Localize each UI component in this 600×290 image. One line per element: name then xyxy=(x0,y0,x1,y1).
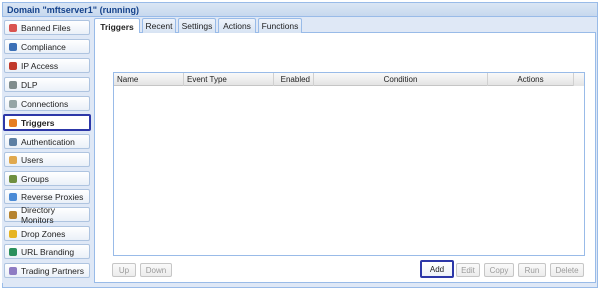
groups-icon xyxy=(9,174,17,183)
sidebar-item-authentication[interactable]: Authentication xyxy=(4,134,90,149)
reverse-proxies-icon xyxy=(9,192,17,201)
sidebar-item-label: Groups xyxy=(21,173,49,184)
sidebar-item-label: Drop Zones xyxy=(21,228,66,239)
sidebar-item-dlp[interactable]: DLP xyxy=(4,77,90,92)
run-button[interactable]: Run xyxy=(518,263,546,277)
sidebar-item-compliance[interactable]: Compliance xyxy=(4,39,90,54)
grid-scroll-corner xyxy=(574,73,584,86)
connections-icon xyxy=(9,99,17,108)
copy-button[interactable]: Copy xyxy=(484,263,514,277)
sidebar-item-label: IP Access xyxy=(21,60,59,71)
sidebar-item-label: Connections xyxy=(21,98,69,109)
sidebar-item-ip-access[interactable]: IP Access xyxy=(4,58,90,73)
shield-icon xyxy=(9,80,17,89)
sidebar-item-drop-zones[interactable]: Drop Zones xyxy=(4,226,90,241)
window-title: Domain "mftserver1" (running) xyxy=(3,3,597,17)
column-header-condition[interactable]: Condition xyxy=(314,73,488,86)
tab-bar: Triggers Recent Settings Actions Functio… xyxy=(94,17,596,34)
sidebar-item-url-branding[interactable]: URL Branding xyxy=(4,244,90,259)
trading-partners-icon xyxy=(9,266,17,275)
sidebar-item-label: Banned Files xyxy=(21,22,71,33)
sidebar-item-trading-partners[interactable]: Trading Partners xyxy=(4,263,90,278)
sidebar-item-label: Compliance xyxy=(21,41,66,52)
delete-button[interactable]: Delete xyxy=(550,263,584,277)
sidebar-item-label: Directory Monitors xyxy=(21,204,56,225)
sidebar-item-users[interactable]: Users xyxy=(4,152,90,167)
ip-access-icon xyxy=(9,61,17,70)
triggers-grid: Name Event Type Enabled Condition Action… xyxy=(113,72,585,256)
sidebar-item-label: DLP xyxy=(21,79,38,90)
user-icon xyxy=(9,42,17,51)
tab-recent[interactable]: Recent xyxy=(142,18,176,33)
sidebar-item-groups[interactable]: Groups xyxy=(4,171,90,186)
sidebar-item-triggers[interactable]: Triggers xyxy=(3,114,91,131)
tab-functions[interactable]: Functions xyxy=(258,18,302,33)
authentication-icon xyxy=(9,137,17,146)
up-button[interactable]: Up xyxy=(112,263,136,277)
edit-button[interactable]: Edit xyxy=(456,263,480,277)
down-button[interactable]: Down xyxy=(140,263,172,277)
column-header-actions[interactable]: Actions xyxy=(488,73,574,86)
tab-triggers[interactable]: Triggers xyxy=(94,18,140,34)
main-panel: Triggers Recent Settings Actions Functio… xyxy=(94,17,596,283)
drop-zones-icon xyxy=(9,229,17,238)
column-header-enabled[interactable]: Enabled xyxy=(274,73,314,86)
grid-header: Name Event Type Enabled Condition Action… xyxy=(114,73,584,86)
directory-monitors-icon xyxy=(9,210,17,219)
sidebar-item-label: Reverse Proxies xyxy=(21,191,84,202)
sidebar-item-reverse-proxies[interactable]: Reverse Proxies xyxy=(4,189,90,204)
sidebar-item-label: Users xyxy=(21,154,44,165)
users-icon xyxy=(9,155,17,164)
triggers-icon xyxy=(9,118,17,127)
add-button[interactable]: Add xyxy=(420,260,454,278)
sidebar-item-label: URL Branding xyxy=(21,246,75,257)
sidebar-item-connections[interactable]: Connections xyxy=(4,96,90,111)
sidebar-item-directory-monitors[interactable]: Directory Monitors xyxy=(4,204,90,225)
tab-settings[interactable]: Settings xyxy=(178,18,216,33)
sidebar-item-label: Triggers xyxy=(21,117,55,128)
sidebar-item-label: Authentication xyxy=(21,136,75,147)
sidebar-item-label: Trading Partners xyxy=(21,265,84,276)
column-header-name[interactable]: Name xyxy=(114,73,184,86)
banned-files-icon xyxy=(9,23,17,32)
column-header-event-type[interactable]: Event Type xyxy=(184,73,274,86)
sidebar: Banned Files Compliance IP Access DLP Co… xyxy=(2,17,92,283)
triggers-panel: Name Event Type Enabled Condition Action… xyxy=(94,33,596,283)
sidebar-item-banned-files[interactable]: Banned Files xyxy=(4,20,90,35)
globe-icon xyxy=(9,247,17,256)
tab-actions[interactable]: Actions xyxy=(218,18,256,33)
